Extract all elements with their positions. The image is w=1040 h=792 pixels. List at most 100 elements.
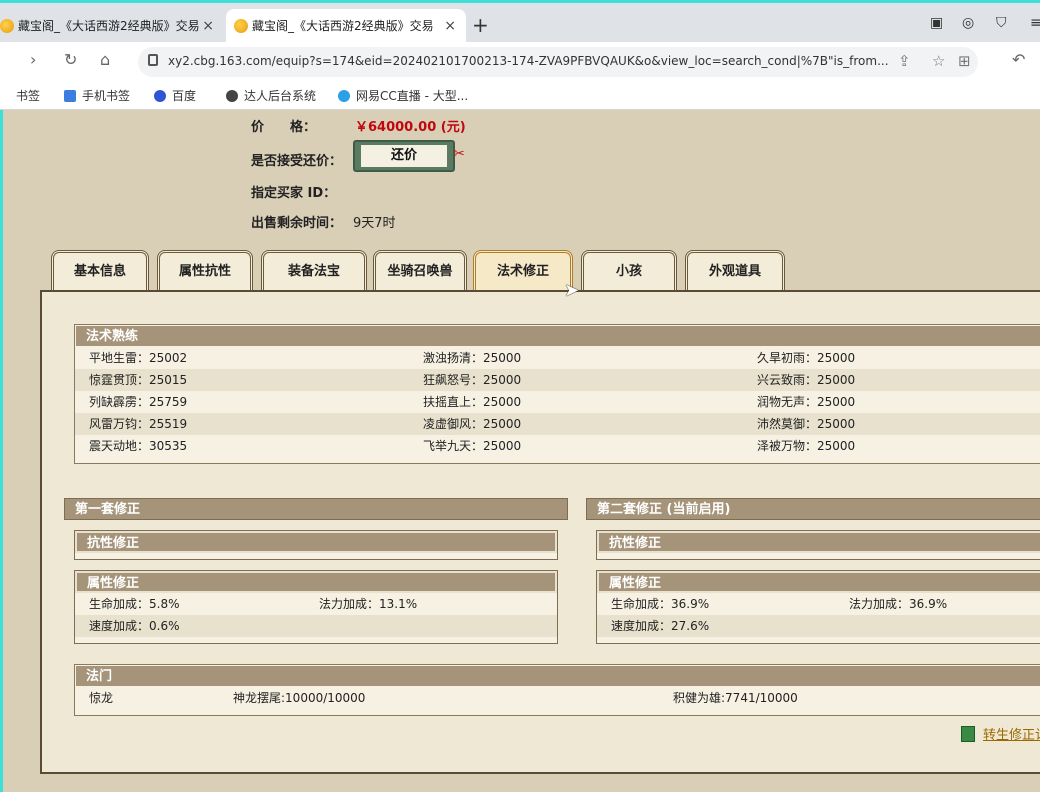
remaining-time-value: 9天7时 — [353, 216, 396, 231]
counter-offer-button[interactable]: 还价 ✂ — [353, 140, 465, 172]
cbg-favicon-icon — [234, 19, 248, 33]
menu-icon[interactable]: ≡ — [1030, 15, 1040, 31]
table-row: 风雷万钧：25519 凌虚御风：25000 沛然莫御：25000 — [75, 413, 1040, 435]
ribbon-icon: ✂ — [453, 146, 465, 162]
tab-search-icon[interactable]: ▣ — [930, 15, 943, 31]
bookmark-item[interactable]: 书签 — [16, 87, 40, 104]
tab-mount-summon[interactable]: 坐骑召唤兽 — [373, 250, 467, 292]
shirt-icon[interactable]: ⛉ — [996, 15, 1007, 31]
faction-box: 法门 惊龙 神龙摆尾:10000/10000 积健为雄:7741/10000 — [74, 664, 1040, 716]
table-row: 震天动地：30535 飞举九天：25000 泽被万物：25000 — [75, 435, 1040, 457]
undo-icon[interactable]: ↶ — [1012, 50, 1025, 69]
cursor-icon: ➤ — [564, 280, 580, 301]
browser-tab-strip: 藏宝阁_《大话西游2经典版》交易 × 藏宝阁_《大话西游2经典版》交易 × + … — [0, 0, 1040, 45]
attr-cell: 速度加成：27.6% — [611, 619, 710, 633]
bookmark-item[interactable]: 达人后台系统 — [226, 87, 316, 104]
spell-correction-panel: 法术熟练 平地生雷：25002 激浊扬清：25000 久旱初雨：25000 惊霆… — [40, 290, 1040, 774]
tab-attribute-resist[interactable]: 属性抗性 — [157, 250, 253, 292]
attr-cell: 法力加成：13.1% — [319, 597, 418, 611]
attr-cell: 速度加成：0.6% — [89, 619, 180, 633]
table-row: 惊龙 神龙摆尾:10000/10000 积健为雄:7741/10000 — [75, 687, 1040, 709]
bookmarks-bar: 书签 手机书签 百度 达人后台系统 网易CC直播 - 大型... — [0, 82, 1040, 110]
table-row: 惊霆贯顶：25015 狂飙怒号：25000 兴云致雨：25000 — [75, 369, 1040, 391]
spell-cell: 久旱初雨：25000 — [757, 351, 856, 365]
spell-cell: 沛然莫御：25000 — [757, 417, 856, 431]
spell-cell: 列缺霹雳：25759 — [89, 395, 188, 409]
set2-attr-box: 属性修正 生命加成：36.9% 法力加成：36.9% 速度加成：27.6% — [596, 570, 1040, 644]
tab-spell-correction[interactable]: 法术修正 — [473, 250, 573, 292]
spell-cell: 泽被万物：25000 — [757, 439, 856, 453]
spell-cell: 风雷万钧：25519 — [89, 417, 188, 431]
tab-child[interactable]: 小孩 — [581, 250, 677, 292]
incognito-icon[interactable]: ◎ — [962, 15, 974, 31]
set1-attr-box: 属性修正 生命加成：5.8% 法力加成：13.1% 速度加成：0.6% — [74, 570, 558, 644]
set1-attr-title: 属性修正 — [75, 571, 557, 593]
bookmark-item[interactable]: 百度 — [154, 87, 196, 104]
faction-skill: 积健为雄:7741/10000 — [673, 691, 798, 705]
price-label: 价 格： — [251, 120, 317, 135]
browser-toolbar: › ↻ ⌂ xy2.cbg.163.com/equip?s=174&eid=20… — [0, 42, 1040, 82]
lock-icon — [148, 54, 158, 66]
attr-cell: 法力加成：36.9% — [849, 597, 948, 611]
spell-cell: 飞举九天：25000 — [423, 439, 522, 453]
spell-mastery-title: 法术熟练 — [75, 325, 1040, 347]
star-icon[interactable]: ☆ — [932, 52, 945, 70]
reload-icon[interactable]: ↻ — [64, 50, 77, 69]
counter-offer-label: 是否接受还价： — [251, 154, 343, 169]
spell-cell: 扶摇直上：25000 — [423, 395, 522, 409]
table-row: 速度加成：0.6% — [75, 615, 557, 637]
bookmark-item[interactable]: 手机书签 — [64, 87, 130, 104]
table-row: 列缺霹雳：25759 扶摇直上：25000 润物无声：25000 — [75, 391, 1040, 413]
faction-title: 法门 — [75, 665, 1040, 687]
home-icon[interactable]: ⌂ — [100, 50, 110, 69]
calculator-icon — [961, 726, 975, 742]
price-value: ￥64000.00 (元) — [355, 120, 466, 135]
browser-tab-title: 藏宝阁_《大话西游2经典版》交易 — [252, 19, 434, 33]
spell-cell: 润物无声：25000 — [757, 395, 856, 409]
cbg-page: 价 格： ￥64000.00 (元) 是否接受还价： 还价 ✂ 指定买家 ID：… — [0, 110, 1040, 792]
new-tab-button[interactable]: + — [472, 13, 489, 37]
url-text[interactable]: xy2.cbg.163.com/equip?s=174&eid=20240210… — [168, 54, 889, 68]
tab-equipment[interactable]: 装备法宝 — [261, 250, 367, 292]
bookmark-item[interactable]: 网易CC直播 - 大型... — [338, 87, 468, 104]
table-row: 速度加成：27.6% — [597, 615, 1040, 637]
table-row: 生命加成：36.9% 法力加成：36.9% — [597, 593, 1040, 615]
share-icon[interactable]: ⇪ — [898, 52, 911, 70]
close-tab-icon[interactable]: × — [202, 9, 214, 43]
set2-title: 第二套修正 (当前启用) — [586, 498, 1040, 520]
spell-mastery-box: 法术熟练 平地生雷：25002 激浊扬清：25000 久旱初雨：25000 惊霆… — [74, 324, 1040, 464]
browser-tab[interactable]: 藏宝阁_《大话西游2经典版》交易 × — [0, 9, 224, 45]
extension-icon[interactable]: ⊞ — [958, 52, 971, 70]
spell-cell: 凌虚御风：25000 — [423, 417, 522, 431]
spell-cell: 震天动地：30535 — [89, 439, 188, 453]
set2-attr-title: 属性修正 — [597, 571, 1040, 593]
table-row: 生命加成：5.8% 法力加成：13.1% — [75, 593, 557, 615]
attr-cell: 生命加成：36.9% — [611, 597, 710, 611]
address-bar[interactable]: xy2.cbg.163.com/equip?s=174&eid=20240210… — [138, 47, 978, 77]
spell-cell: 平地生雷：25002 — [89, 351, 188, 365]
set1-resist-box: 抗性修正 — [74, 530, 558, 560]
browser-tab-active[interactable]: 藏宝阁_《大话西游2经典版》交易 × — [226, 9, 466, 45]
phone-bookmark-icon — [64, 90, 76, 102]
remaining-time-label: 出售剩余时间： — [251, 216, 343, 231]
set1-title: 第一套修正 — [64, 498, 568, 520]
cc-live-icon — [338, 90, 350, 102]
close-tab-icon[interactable]: × — [444, 9, 456, 43]
faction-skill: 神龙摆尾:10000/10000 — [233, 691, 366, 705]
set2-resist-box: 抗性修正 — [596, 530, 1040, 560]
spell-cell: 狂飙怒号：25000 — [423, 373, 522, 387]
faction-name: 惊龙 — [89, 691, 114, 705]
tab-basic-info[interactable]: 基本信息 — [51, 250, 149, 292]
set1-resist-title: 抗性修正 — [75, 531, 557, 553]
designated-buyer-label: 指定买家 ID： — [251, 186, 337, 201]
spell-cell: 激浊扬清：25000 — [423, 351, 522, 365]
baidu-icon — [154, 90, 166, 102]
attr-cell: 生命加成：5.8% — [89, 597, 180, 611]
browser-tab-title: 藏宝阁_《大话西游2经典版》交易 — [18, 19, 200, 33]
spell-cell: 兴云致雨：25000 — [757, 373, 856, 387]
spell-cell: 惊霆贯顶：25015 — [89, 373, 188, 387]
daren-icon — [226, 90, 238, 102]
forward-icon[interactable]: › — [30, 50, 36, 69]
tab-appearance-items[interactable]: 外观道具 — [685, 250, 785, 292]
reincarnation-correction-link[interactable]: 转生修正计 — [983, 724, 1040, 743]
